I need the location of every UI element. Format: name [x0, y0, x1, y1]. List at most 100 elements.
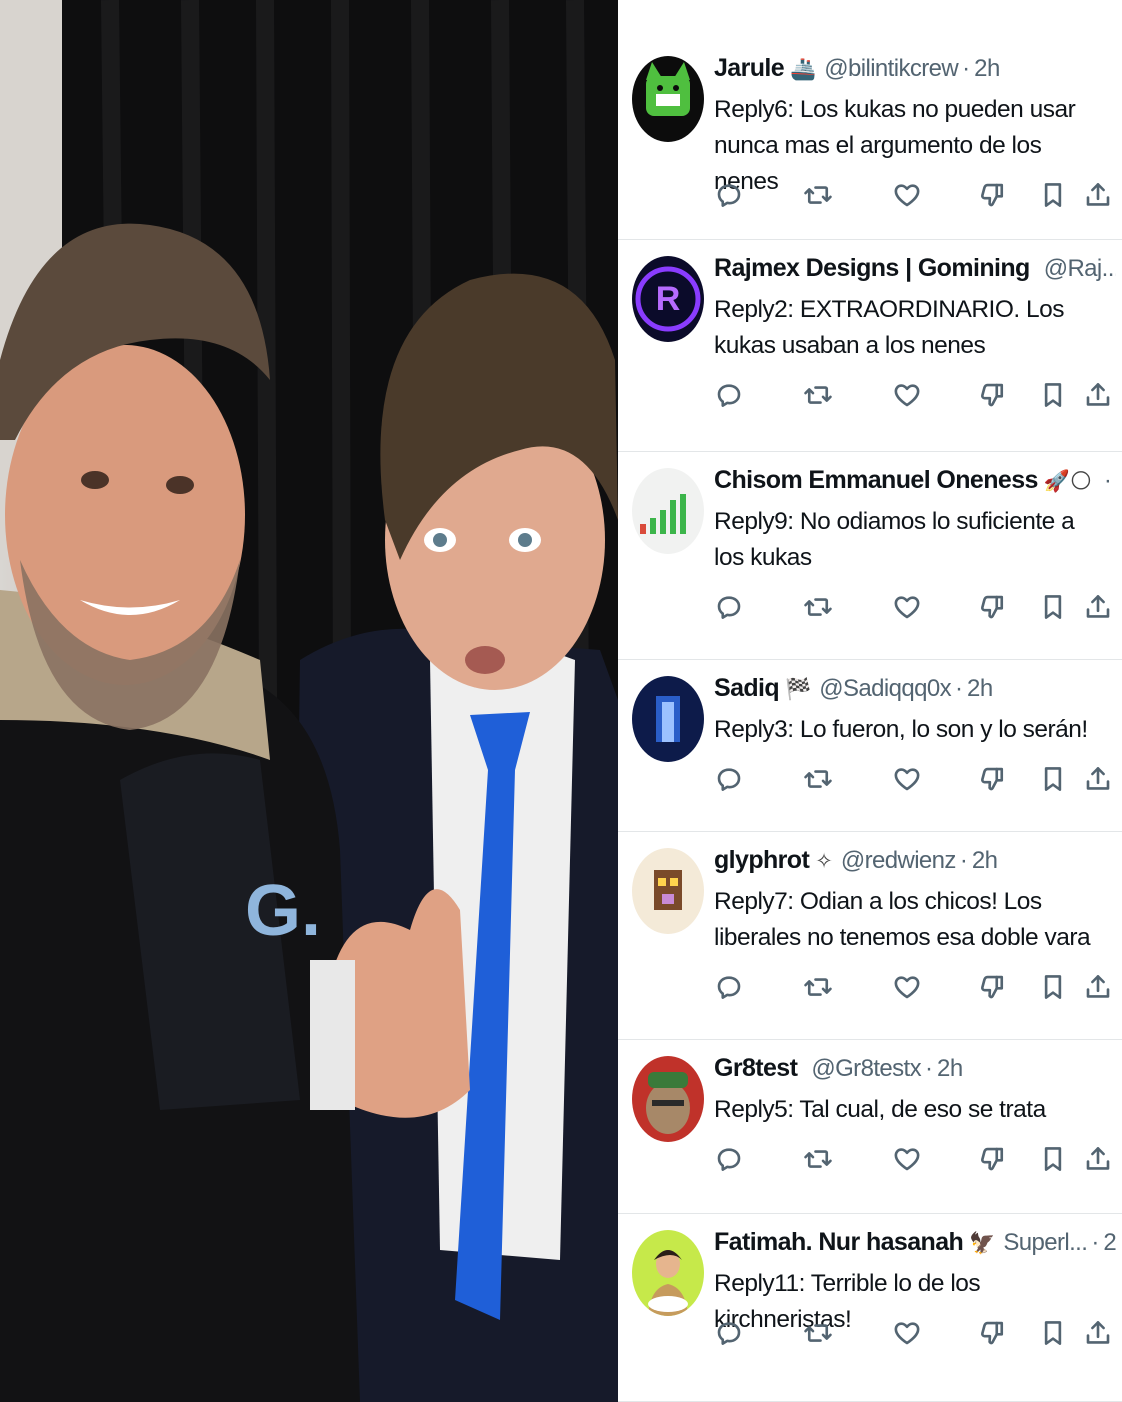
avatar[interactable] — [632, 56, 704, 142]
like-button[interactable] — [892, 972, 922, 1002]
svg-text:R: R — [656, 280, 681, 318]
photo-illustration: G. — [0, 0, 618, 1402]
reply-item[interactable]: Gr8test @Gr8testx · 2h Reply5: Tal cual,… — [618, 1040, 1122, 1214]
action-bar — [714, 764, 1110, 798]
share-icon — [1083, 592, 1113, 622]
user-handle[interactable]: @Raj... — [1044, 255, 1116, 283]
reply-button[interactable] — [714, 1318, 744, 1348]
bookmark-button[interactable] — [1038, 764, 1068, 794]
share-button[interactable] — [1083, 180, 1113, 210]
reply-button[interactable] — [714, 1144, 744, 1174]
avatar[interactable] — [632, 1230, 704, 1316]
reply-text: Reply9: No odiamos lo suficiente a los k… — [714, 508, 1075, 571]
share-button[interactable] — [1083, 764, 1113, 794]
bookmark-icon — [1038, 1144, 1068, 1174]
repost-button[interactable] — [803, 592, 833, 622]
like-icon — [892, 1318, 922, 1348]
bookmark-button[interactable] — [1038, 180, 1068, 210]
avatar[interactable] — [632, 676, 704, 762]
repost-button[interactable] — [803, 764, 833, 794]
dislike-button[interactable] — [978, 1144, 1008, 1174]
reply-header: Fatimah. Nur hasanah 🦅 Superl... · 2h — [714, 1228, 1116, 1262]
dislike-button[interactable] — [978, 972, 1008, 1002]
like-button[interactable] — [892, 180, 922, 210]
like-button[interactable] — [892, 380, 922, 410]
dislike-button[interactable] — [978, 180, 1008, 210]
user-handle[interactable]: @redwienz — [841, 847, 957, 875]
repost-button[interactable] — [803, 1318, 833, 1348]
display-name[interactable]: Jarule — [714, 54, 785, 83]
reply-button[interactable] — [714, 764, 744, 794]
reply-item[interactable]: R Rajmex Designs | Gomining @Raj... · 2h… — [618, 240, 1122, 452]
repost-button[interactable] — [803, 180, 833, 210]
separator: · — [962, 55, 971, 82]
share-icon — [1083, 764, 1113, 794]
like-button[interactable] — [892, 764, 922, 794]
share-button[interactable] — [1083, 380, 1113, 410]
timestamp[interactable]: 2h — [1103, 1229, 1116, 1257]
reply-item[interactable]: Jarule 🚢 @bilintikcrew · 2h Reply6: Los … — [618, 40, 1122, 240]
name-emoji: ✧ — [815, 849, 833, 873]
bookmark-icon — [1038, 592, 1068, 622]
reply-item[interactable]: Fatimah. Nur hasanah 🦅 Superl... · 2h Re… — [618, 1214, 1122, 1402]
avatar[interactable] — [632, 848, 704, 934]
display-name[interactable]: Rajmex Designs | Gomining — [714, 254, 1030, 283]
name-emoji: 🚢 — [790, 57, 817, 81]
dislike-button[interactable] — [978, 592, 1008, 622]
reply-text: Reply5: Tal cual, de eso se trata — [714, 1096, 1046, 1123]
timestamp[interactable]: 2h — [972, 847, 998, 875]
dislike-button[interactable] — [978, 764, 1008, 794]
display-name[interactable]: glyphrot — [714, 846, 810, 875]
share-icon — [1083, 380, 1113, 410]
reply-button[interactable] — [714, 972, 744, 1002]
repost-button[interactable] — [803, 1144, 833, 1174]
share-button[interactable] — [1083, 1318, 1113, 1348]
repost-button[interactable] — [803, 972, 833, 1002]
timestamp[interactable]: 2h — [974, 55, 1000, 83]
reply-text: Reply7: Odian a los chicos! Los liberale… — [714, 888, 1091, 951]
timestamp[interactable]: 2h — [967, 675, 993, 703]
separator: · — [959, 847, 968, 874]
reply-item[interactable]: Chisom Emmanuel Oneness 🚀🌕 · 2h Reply9: … — [618, 452, 1122, 660]
bookmark-button[interactable] — [1038, 972, 1068, 1002]
bookmark-button[interactable] — [1038, 592, 1068, 622]
avatar[interactable]: R — [632, 256, 704, 342]
reply-item[interactable]: glyphrot ✧ @redwienz · 2h Reply7: Odian … — [618, 832, 1122, 1040]
user-handle[interactable]: @bilintikcrew — [824, 55, 959, 83]
avatar[interactable] — [632, 468, 704, 554]
dislike-button[interactable] — [978, 380, 1008, 410]
user-handle[interactable]: @Gr8testx — [811, 1055, 921, 1083]
avatar[interactable] — [632, 1056, 704, 1142]
share-button[interactable] — [1083, 972, 1113, 1002]
bookmark-icon — [1038, 972, 1068, 1002]
display-name[interactable]: Sadiq — [714, 674, 780, 703]
timestamp[interactable]: 2h — [937, 1055, 963, 1083]
like-button[interactable] — [892, 1318, 922, 1348]
user-handle[interactable]: Superl... — [1003, 1229, 1088, 1257]
reply-header: glyphrot ✧ @redwienz · 2h — [714, 846, 1116, 880]
dislike-icon — [978, 592, 1008, 622]
repost-icon — [803, 1318, 833, 1348]
like-button[interactable] — [892, 1144, 922, 1174]
bookmark-button[interactable] — [1038, 1144, 1068, 1174]
reply-icon — [714, 1318, 744, 1348]
reply-button[interactable] — [714, 592, 744, 622]
reply-item[interactable]: Sadiq 🏁 @Sadiqqq0x · 2h Reply3: Lo fuero… — [618, 660, 1122, 832]
share-button[interactable] — [1083, 1144, 1113, 1174]
dislike-icon — [978, 1318, 1008, 1348]
bookmark-button[interactable] — [1038, 380, 1068, 410]
dislike-button[interactable] — [978, 1318, 1008, 1348]
reply-button[interactable] — [714, 180, 744, 210]
display-name[interactable]: Fatimah. Nur hasanah — [714, 1228, 964, 1257]
repost-icon — [803, 592, 833, 622]
like-icon — [892, 380, 922, 410]
display-name[interactable]: Gr8test — [714, 1054, 798, 1083]
bookmark-button[interactable] — [1038, 1318, 1068, 1348]
like-button[interactable] — [892, 592, 922, 622]
display-name[interactable]: Chisom Emmanuel Oneness — [714, 466, 1038, 495]
user-handle[interactable]: @Sadiqqq0x — [819, 675, 951, 703]
share-button[interactable] — [1083, 592, 1113, 622]
repost-button[interactable] — [803, 380, 833, 410]
like-icon — [892, 1144, 922, 1174]
reply-button[interactable] — [714, 380, 744, 410]
